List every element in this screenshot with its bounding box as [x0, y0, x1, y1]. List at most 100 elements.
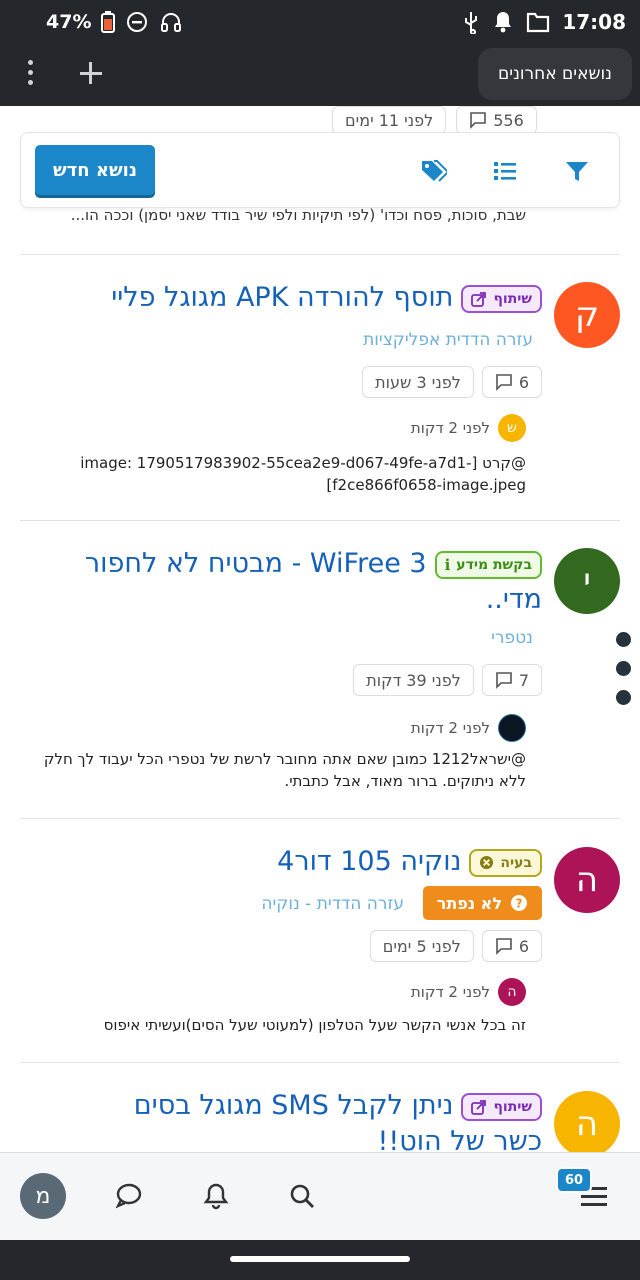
chat-icon — [496, 374, 512, 391]
folder-icon — [527, 12, 550, 33]
time-label: לפני 11 ימים — [345, 110, 434, 130]
status-bar: 47% 17:08 — [0, 0, 640, 44]
topic-time: לפני 3 שעות — [375, 372, 461, 392]
info-icon: i — [444, 555, 451, 574]
topic-author-avatar[interactable]: ה — [554, 847, 620, 913]
chat-nav-icon[interactable] — [106, 1173, 152, 1219]
topic-stats: 6 לפני 3 שעות — [362, 366, 542, 398]
info-request-badge[interactable]: בקשת מידע i — [434, 550, 542, 579]
headset-icon — [161, 13, 182, 32]
battery-percent: 47% — [46, 11, 92, 33]
svg-text:?: ? — [516, 897, 523, 911]
filter-icon[interactable] — [563, 157, 591, 185]
topic-time: לפני 5 ימים — [382, 936, 461, 956]
new-topic-label: נושא חדש — [53, 159, 137, 181]
topic-list: לפני 11 ימים 556 נושא חדש שבת, סוכות, פס… — [0, 106, 640, 1152]
chat-icon — [496, 938, 512, 955]
home-indicator[interactable] — [230, 1256, 410, 1262]
time-pill: לפני 11 ימים — [332, 106, 447, 134]
search-nav-icon[interactable] — [279, 1173, 325, 1219]
add-icon[interactable] — [76, 58, 106, 88]
topic-title[interactable]: שיתוף ניתן לקבל SMS מגוגל בסים כשר של הוט… — [82, 1088, 542, 1152]
share-icon — [471, 1099, 487, 1115]
topic-author-avatar[interactable]: י — [554, 548, 620, 614]
reply-avatar[interactable]: ה — [498, 978, 526, 1006]
last-reply-meta[interactable]: ש לפני 2 דקות — [411, 414, 526, 442]
replies-pill: 7 — [481, 664, 542, 696]
clock: 17:08 — [562, 10, 626, 34]
replies-count: 6 — [518, 372, 529, 392]
reply-time: לפני 2 דקות — [410, 719, 490, 737]
last-reply-text[interactable]: @קרט [-image: 1790517983902-55cea2e9-d06… — [36, 452, 526, 496]
recent-topics-label: נושאים אחרונים — [498, 64, 612, 84]
divider — [20, 520, 620, 521]
last-reply-text[interactable]: @ישראל1212 כמובן שאם אתה מחובר לרשת של נ… — [36, 748, 526, 792]
scroll-indicator[interactable] — [616, 632, 632, 719]
topic-title-text: נוקיה 105 דור4 — [277, 846, 462, 877]
bottom-navigation: מ 60 — [0, 1152, 640, 1240]
topic-title[interactable]: בעיה נוקיה 105 דור4 — [82, 844, 542, 880]
dnd-icon — [127, 12, 148, 32]
reply-time: לפני 2 דקות — [410, 419, 490, 437]
badge-label: שיתוף — [493, 1098, 532, 1115]
topic-stats: 7 לפני 39 דקות — [353, 664, 542, 696]
topic-author-avatar[interactable]: ק — [554, 282, 620, 348]
topic-category[interactable]: עזרה הדדית אפליקציות — [363, 330, 533, 350]
replies-pill: 556 — [456, 106, 537, 134]
notification-bell-icon — [495, 12, 512, 33]
unsolved-badge[interactable]: ? לא נפתר — [422, 886, 542, 920]
share-badge[interactable]: שיתוף — [461, 284, 542, 313]
system-nav-bar — [0, 1240, 640, 1280]
replies-count: 6 — [518, 936, 529, 956]
issue-badge[interactable]: בעיה — [469, 848, 542, 877]
reply-avatar-letter: ה — [507, 984, 517, 1000]
topic-time: לפני 39 דקות — [366, 670, 461, 690]
topic-title-text: תוסף להורדה APK מגוגל פליי — [111, 282, 454, 313]
reply-avatar-letter: ש — [507, 420, 517, 436]
last-reply-text[interactable]: זה בכל אנשי הקשר שעל הטלפון (למעוטי שעל … — [36, 1014, 526, 1036]
previous-topic-excerpt: שבת, סוכות, פסח וכדו' (לפי תיקיות ולפי ש… — [70, 206, 526, 224]
topic-title[interactable]: שיתוף תוסף להורדה APK מגוגל פליי — [82, 280, 542, 316]
avatar-letter: ה — [575, 1104, 599, 1144]
avatar-letter: י — [583, 561, 591, 601]
replies-count: 556 — [493, 110, 524, 130]
list-icon[interactable] — [491, 157, 519, 185]
time-pill: לפני 39 דקות — [353, 664, 474, 696]
reply-avatar[interactable]: ש — [498, 414, 526, 442]
unread-count: 60 — [564, 1172, 584, 1188]
replies-pill: 6 — [481, 930, 542, 962]
reply-time: לפני 2 דקות — [410, 983, 490, 1001]
avatar-letter: ק — [574, 295, 600, 335]
issue-icon — [480, 855, 494, 870]
last-reply-meta[interactable]: ה לפני 2 דקות — [411, 978, 526, 1006]
time-pill: לפני 3 שעות — [362, 366, 474, 398]
divider — [20, 1062, 620, 1063]
topic-author-avatar[interactable]: ה — [554, 1091, 620, 1152]
divider — [20, 818, 620, 819]
user-letter: מ — [35, 1183, 51, 1209]
divider — [20, 254, 620, 255]
topic-category[interactable]: נטפרי — [491, 628, 533, 648]
share-icon — [471, 291, 487, 307]
avatar-letter: ה — [575, 860, 599, 900]
last-reply-meta[interactable]: לפני 2 דקות — [411, 714, 526, 742]
share-badge[interactable]: שיתוף — [461, 1092, 542, 1121]
recent-topics-tab[interactable]: נושאים אחרונים — [478, 48, 632, 100]
replies-count: 7 — [518, 670, 529, 690]
badge-label: בעיה — [500, 854, 532, 871]
previous-topic-stats: לפני 11 ימים 556 — [332, 106, 537, 134]
new-topic-button[interactable]: נושא חדש — [35, 145, 155, 195]
badge-label: בקשת מידע — [456, 556, 532, 573]
notifications-nav-icon[interactable] — [193, 1173, 239, 1219]
topic-title[interactable]: בקשת מידע i WiFree 3 - מבטיח לא לחפור מדי.… — [82, 546, 542, 618]
app-bar: נושאים אחרונים — [0, 44, 640, 106]
tags-icon[interactable] — [419, 157, 447, 185]
reply-avatar[interactable] — [498, 714, 526, 742]
time-pill: לפני 5 ימים — [369, 930, 474, 962]
badge-label: שיתוף — [493, 290, 532, 307]
topic-category[interactable]: עזרה הדדית - נוקיה — [261, 894, 404, 914]
battery-icon — [101, 11, 116, 33]
more-menu-icon[interactable] — [22, 60, 38, 90]
unread-count-badge: 60 — [556, 1167, 592, 1193]
user-avatar[interactable]: מ — [20, 1173, 66, 1219]
